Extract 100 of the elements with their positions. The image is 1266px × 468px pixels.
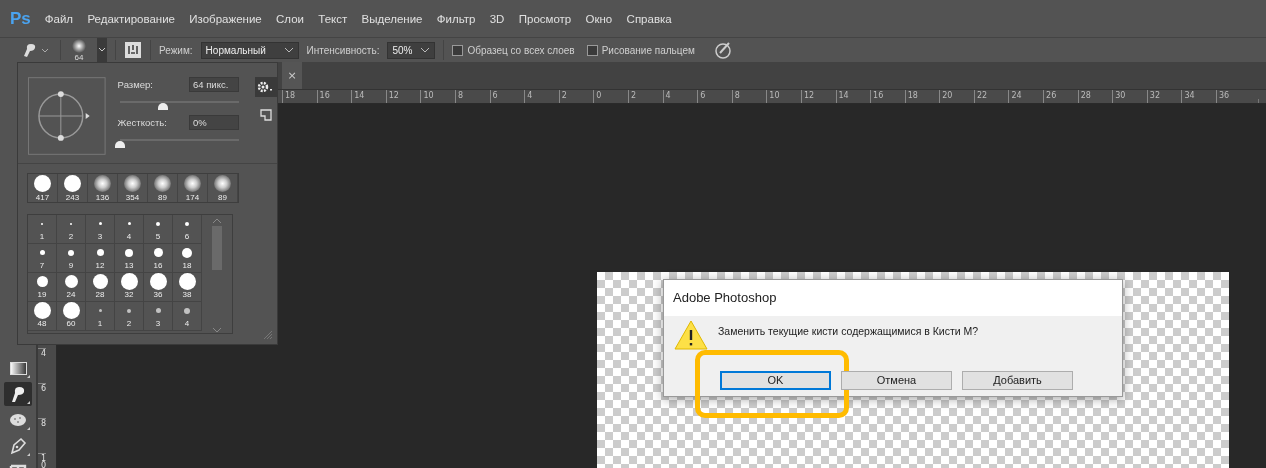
brush-preset[interactable]: 38 [173, 273, 202, 302]
ruler-label: 8 [454, 90, 490, 103]
ruler-label: 8 [731, 90, 767, 103]
settings-button[interactable] [255, 77, 277, 97]
resize-grip-icon[interactable] [263, 330, 273, 340]
brush-preset[interactable]: 1 [86, 302, 115, 331]
brush-preset[interactable]: 6 [173, 215, 202, 244]
brush-preset[interactable]: 12 [86, 244, 115, 273]
brush-preset[interactable]: 36 [144, 273, 173, 302]
size-field[interactable]: 64 пикс. [189, 77, 239, 92]
brush-panel-icon[interactable] [124, 41, 142, 59]
ruler-label: 6 [697, 90, 732, 103]
dialog-button[interactable]: OK [720, 370, 831, 390]
dialog-message: Заменить текущие кисти содержащимися в Кисти M? [718, 325, 979, 337]
menu-item[interactable]: Изображение [189, 12, 262, 25]
caret-icon [283, 47, 294, 53]
close-icon[interactable]: × [287, 69, 297, 82]
brush-preset[interactable]: 4 [115, 215, 144, 244]
brush-preset[interactable]: 89 [208, 174, 238, 202]
ruler-label: 4 [38, 348, 46, 383]
ruler-label: 12 [800, 90, 836, 103]
brush-preset[interactable]: 19 [28, 273, 57, 302]
brush-preset[interactable]: 243 [58, 174, 88, 202]
mode-dropdown[interactable]: Нормальный [200, 41, 299, 59]
dialog-button[interactable]: Отмена [841, 370, 952, 390]
document-tab[interactable]: × [282, 62, 302, 89]
ruler-label: 2 [627, 90, 663, 103]
ruler-label: 10 [766, 90, 801, 103]
menu-item[interactable]: 3D [489, 12, 505, 25]
brush-preset[interactable]: 28 [86, 273, 115, 302]
brush-preset[interactable]: 24 [57, 273, 86, 302]
ruler-label: 10 [420, 90, 455, 103]
ruler-label: 28 [1077, 90, 1113, 103]
brush-preset[interactable]: 1 [28, 215, 57, 244]
slider-thumb[interactable] [114, 141, 125, 148]
ruler-label: 22 [973, 90, 1009, 103]
ruler-label: 14 [351, 90, 386, 103]
checkbox-label: Образец со всех слоев [467, 44, 575, 56]
hardness-label: Жесткость: [117, 117, 167, 128]
ruler-label: 18 [282, 90, 317, 103]
ruler-label: 16 [316, 90, 352, 103]
new-preset-icon[interactable] [260, 109, 272, 121]
menu-item[interactable]: Выделение [361, 12, 423, 25]
pressure-icon[interactable] [712, 40, 733, 60]
menu-item[interactable]: Файл [44, 12, 74, 25]
brush-preset[interactable]: 60 [57, 302, 86, 331]
brush-preset[interactable]: 89 [148, 174, 178, 202]
tool-button[interactable] [4, 382, 32, 406]
menu-item[interactable]: Текст [318, 12, 348, 25]
ruler-label: 4 [662, 90, 698, 103]
brush-preset[interactable]: 18 [173, 244, 202, 273]
dialog-title: Adobe Photoshop [664, 280, 1122, 316]
ruler-label: 14 [835, 90, 871, 103]
brush-preset[interactable]: 32 [115, 273, 144, 302]
brush-preset[interactable]: 136 [88, 174, 118, 202]
brush-preset[interactable]: 3 [86, 215, 115, 244]
warning-icon [674, 320, 708, 350]
brush-picker[interactable]: 64 [69, 38, 89, 62]
caret-icon[interactable] [97, 38, 107, 62]
ruler-label: 34 [1181, 90, 1217, 103]
mode-label: Режим: [159, 44, 193, 56]
intensity-label: Интенсивность: [306, 44, 380, 56]
checkbox[interactable] [452, 44, 464, 56]
brush-tip-icon [71, 38, 87, 53]
dialog-button[interactable]: Добавить [962, 370, 1073, 390]
brush-preset[interactable]: 7 [28, 244, 57, 273]
intensity-field[interactable]: 50% [387, 41, 436, 59]
brush-preset[interactable]: 9 [57, 244, 86, 273]
brush-preset[interactable]: 3 [144, 302, 173, 331]
size-label: Размер: [117, 79, 153, 90]
brush-preset[interactable]: 354 [118, 174, 148, 202]
ruler-label: 16 [870, 90, 905, 103]
checkbox-label: Рисование пальцем [601, 44, 695, 56]
ruler-label: 1 0 [38, 453, 46, 468]
menu-item[interactable]: Справка [626, 12, 672, 25]
brush-preset[interactable]: 417 [28, 174, 58, 202]
brush-preset[interactable]: 174 [178, 174, 208, 202]
brush-preset[interactable]: 5 [144, 215, 173, 244]
menu-item[interactable]: Просмотр [518, 12, 572, 25]
brush-preset[interactable]: 48 [28, 302, 57, 331]
ruler-label: 4 [524, 90, 559, 103]
menu-item[interactable]: Слои [276, 12, 304, 25]
brush-preset[interactable]: 4 [173, 302, 202, 331]
hardness-field[interactable]: 0% [189, 115, 239, 130]
brush-preset[interactable]: 16 [144, 244, 173, 273]
menu-item[interactable]: Окно [585, 12, 613, 25]
menu-item[interactable]: Редактирование [87, 12, 175, 25]
brush-preset[interactable]: 2 [115, 302, 144, 331]
ruler-label: 36 [1216, 90, 1251, 103]
brush-preset[interactable]: 13 [115, 244, 144, 273]
ruler-label: 6 [38, 383, 46, 418]
caret-icon [420, 47, 431, 53]
brush-preset[interactable]: 2 [57, 215, 86, 244]
checkbox[interactable] [586, 44, 598, 56]
menu-item[interactable]: Фильтр [436, 12, 476, 25]
gradient-icon [9, 361, 27, 375]
slider-thumb[interactable] [157, 103, 168, 110]
brush-angle-drawing[interactable] [28, 77, 106, 155]
ruler-label: 18 [904, 90, 940, 103]
ruler-label: 12 [385, 90, 421, 103]
